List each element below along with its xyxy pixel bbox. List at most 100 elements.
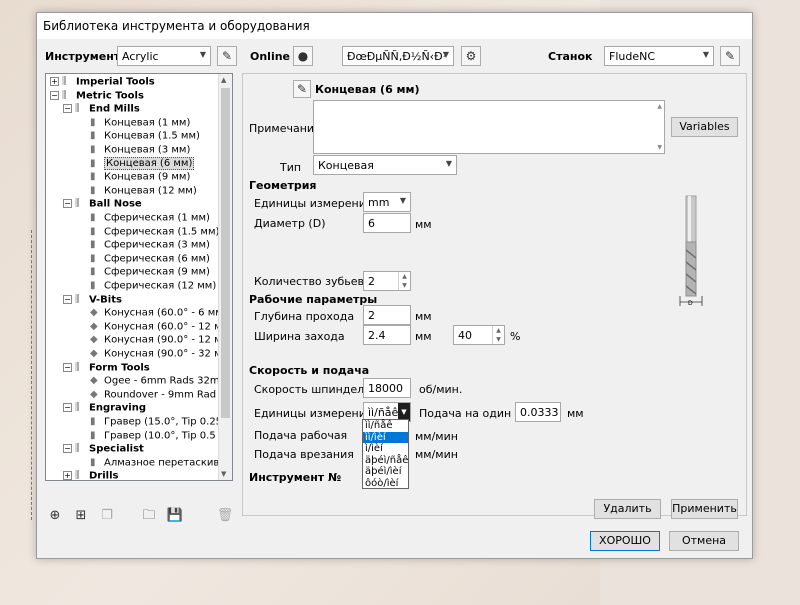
tree-group-item[interactable]: − ⫼ Ball Nose <box>63 197 142 211</box>
tree-tool-item[interactable]: ◆ Конусная (60.0° - 12 мм) <box>90 320 232 334</box>
tree-tool-item[interactable]: ◆ Roundover - 9mm Rad 25 <box>90 388 232 402</box>
dropdown-option[interactable]: ìì/ñåê <box>363 420 408 432</box>
flutes-input[interactable]: 2 ▲ ▼ <box>363 271 411 291</box>
tree-tool-item[interactable]: ◆ Конусная (90.0° - 32 мм) <box>90 347 232 361</box>
dropdown-option[interactable]: äþéì/ìèí <box>363 466 408 478</box>
open-folder-button[interactable]: 🗀 <box>139 506 159 526</box>
collapse-icon[interactable]: − <box>63 362 72 372</box>
tree-item-label: V-Bits <box>89 294 122 306</box>
library-settings-button[interactable]: ⚙ <box>461 46 481 66</box>
tree-tool-item[interactable]: ▮ Сферическая (9 мм) <box>90 265 210 279</box>
expand-icon[interactable]: + <box>50 77 59 86</box>
tool-group-icon: ⫼ <box>75 103 80 115</box>
tool-tree[interactable]: + ⫼ Imperial Tools − ⫼ Metric Tools − ⫼ End Mill… <box>45 73 233 481</box>
stepover-percent-spinner[interactable]: ▲ ▼ <box>492 326 504 344</box>
machine-combo[interactable]: FludeNC ▼ <box>604 46 714 66</box>
per-tooth-input[interactable]: 0.0333 <box>515 402 561 422</box>
geometry-units-combo[interactable]: mm ▼ <box>363 192 411 212</box>
tree-group-item[interactable]: + ⫼ Drills <box>63 469 118 480</box>
tree-item-label: Концевая (1.5 мм) <box>104 130 200 142</box>
copy-tool-button[interactable]: ❐ <box>97 506 117 526</box>
edit-machine-button[interactable]: ✎ <box>720 46 740 66</box>
edit-icon: ✎ <box>221 49 233 63</box>
apply-button[interactable]: Применить <box>671 499 738 519</box>
spindle-input[interactable]: 18000 <box>363 378 411 398</box>
per-tooth-unit: мм <box>567 407 584 420</box>
note-textarea[interactable]: ▲ ▼ <box>313 100 665 154</box>
delete-tool-button[interactable]: 🗑 <box>215 506 235 526</box>
tree-group-item[interactable]: − ⫼ Form Tools <box>63 361 150 375</box>
tree-group-item[interactable]: − ⫼ Engraving <box>63 401 146 415</box>
tree-tool-item[interactable]: ▮ Концевая (12 мм) <box>90 184 197 198</box>
account-button[interactable]: ● <box>293 46 313 66</box>
tree-tool-item[interactable]: ▮ Сферическая (3 мм) <box>90 238 210 252</box>
tree-group-item[interactable]: − ⫼ V-Bits <box>63 293 122 307</box>
variables-button[interactable]: Variables <box>671 117 738 137</box>
scroll-up-icon[interactable]: ▲ <box>221 76 226 84</box>
tree-tool-item[interactable]: ▮ Концевая (3 мм) <box>90 143 190 157</box>
tree-tool-item[interactable]: ▮ Концевая (9 мм) <box>90 170 190 184</box>
tree-tool-item[interactable]: ▮ Алмазное перетаскиван <box>90 456 232 470</box>
collapse-icon[interactable]: − <box>63 104 72 114</box>
online-library-combo[interactable]: ÐœÐµÑÑ‚Ð½Ñ‹Ð¹ ▼ <box>342 46 454 66</box>
stepover-percent-input[interactable]: 40 ▲ ▼ <box>453 325 505 345</box>
cancel-button[interactable]: Отмена <box>669 531 739 551</box>
tree-scrollbar[interactable]: ▲ ▼ <box>218 74 232 480</box>
tree-group-item[interactable]: − ⫼ Metric Tools <box>50 89 144 103</box>
dropdown-option[interactable]: äþéì/ñåê <box>363 455 408 467</box>
tree-tool-item[interactable]: ▮ Гравер (10.0°, Tip 0.5 - 6 <box>90 429 232 443</box>
flutes-spinner[interactable]: ▲ ▼ <box>398 272 410 290</box>
collapse-icon[interactable]: − <box>63 199 72 209</box>
end-mill-icon: ▮ <box>90 225 96 237</box>
dropdown-option[interactable]: ôóò/ìèí <box>363 478 408 490</box>
tool-combo[interactable]: Acrylic ▼ <box>117 46 211 66</box>
pass-depth-unit: мм <box>415 310 432 323</box>
tool-details-panel: ✎ Концевая (6 мм) Примечание ▲ ▼ Variabl… <box>242 73 747 519</box>
tree-tool-item[interactable]: ◆ Ogee - 6mm Rads 32mm D <box>90 374 232 388</box>
tree-tool-item[interactable]: ◆ Конусная (60.0° - 6 мм) <box>90 306 227 320</box>
tree-tool-item[interactable]: ▮ Сферическая (1.5 мм) <box>90 225 219 239</box>
add-tool-button[interactable]: ⊕ <box>45 506 65 526</box>
tree-item-label: Конусная (90.0° - 12 мм) <box>104 334 233 346</box>
expand-icon[interactable]: + <box>63 471 72 480</box>
save-button[interactable]: 💾 <box>165 506 185 526</box>
edit-icon: ✎ <box>724 49 736 63</box>
tree-tool-item[interactable]: ▮ Концевая (1.5 мм) <box>90 129 200 143</box>
tree-tool-item[interactable]: ▮ Сферическая (6 мм) <box>90 252 210 266</box>
tree-tool-item[interactable]: ▮ Концевая (1 мм) <box>90 116 190 130</box>
tree-tool-item[interactable]: ▮ Сферическая (12 мм) <box>90 279 216 293</box>
tool-library-dialog: Библиотека инструмента и оборудования Ин… <box>36 12 753 559</box>
diameter-input[interactable]: 6 <box>363 213 411 233</box>
add-group-button[interactable]: ⊞ <box>71 506 91 526</box>
tool-group-icon: ⫼ <box>75 361 80 373</box>
pass-depth-input[interactable]: 2 <box>363 305 411 325</box>
collapse-icon[interactable]: − <box>63 403 72 413</box>
delete-button[interactable]: Удалить <box>594 499 661 519</box>
type-combo[interactable]: Концевая ▼ <box>313 155 457 175</box>
tree-group-item[interactable]: + ⫼ Imperial Tools <box>50 75 155 89</box>
collapse-icon[interactable]: − <box>63 444 72 454</box>
collapse-icon[interactable]: − <box>63 294 72 304</box>
stepover-input[interactable]: 2.4 <box>363 325 411 345</box>
dropdown-option[interactable]: ì/ìèí <box>363 443 408 455</box>
rename-tool-button[interactable]: ✎ <box>293 80 311 98</box>
trash-icon: 🗑 <box>216 508 234 523</box>
tree-tool-item[interactable]: ▮ Гравер (15.0°, Tip 0.25 - <box>90 415 229 429</box>
ok-button[interactable]: ХОРОШО <box>590 531 660 551</box>
tree-tool-item[interactable]: ▮ Сферическая (1 мм) <box>90 211 210 225</box>
feed-label: Подача рабочая <box>254 429 348 442</box>
scrollbar-thumb[interactable] <box>221 88 230 418</box>
spindle-label: Скорость шпинделя <box>254 383 371 396</box>
tree-group-item[interactable]: − ⫼ Specialist <box>63 442 144 456</box>
feed-units-dropdown[interactable]: ìì/ñåê ìì/ìèí ì/ìèí äþéì/ñåê äþéì/ìèí ôó… <box>362 419 409 489</box>
tree-item-label: Сферическая (1 мм) <box>104 212 210 224</box>
edit-tool-button[interactable]: ✎ <box>217 46 237 66</box>
scroll-down-icon[interactable]: ▼ <box>221 470 226 478</box>
tree-tool-item[interactable]: ◆ Конусная (90.0° - 12 мм) <box>90 333 233 347</box>
tree-tool-item[interactable]: ▮ Концевая (6 мм) <box>90 157 195 171</box>
tree-group-item[interactable]: − ⫼ End Mills <box>63 102 140 116</box>
online-label: Online <box>250 50 291 63</box>
collapse-icon[interactable]: − <box>50 90 59 100</box>
dropdown-option-highlighted[interactable]: ìì/ìèí <box>363 431 408 443</box>
tree-item-label: Сферическая (6 мм) <box>104 253 210 265</box>
